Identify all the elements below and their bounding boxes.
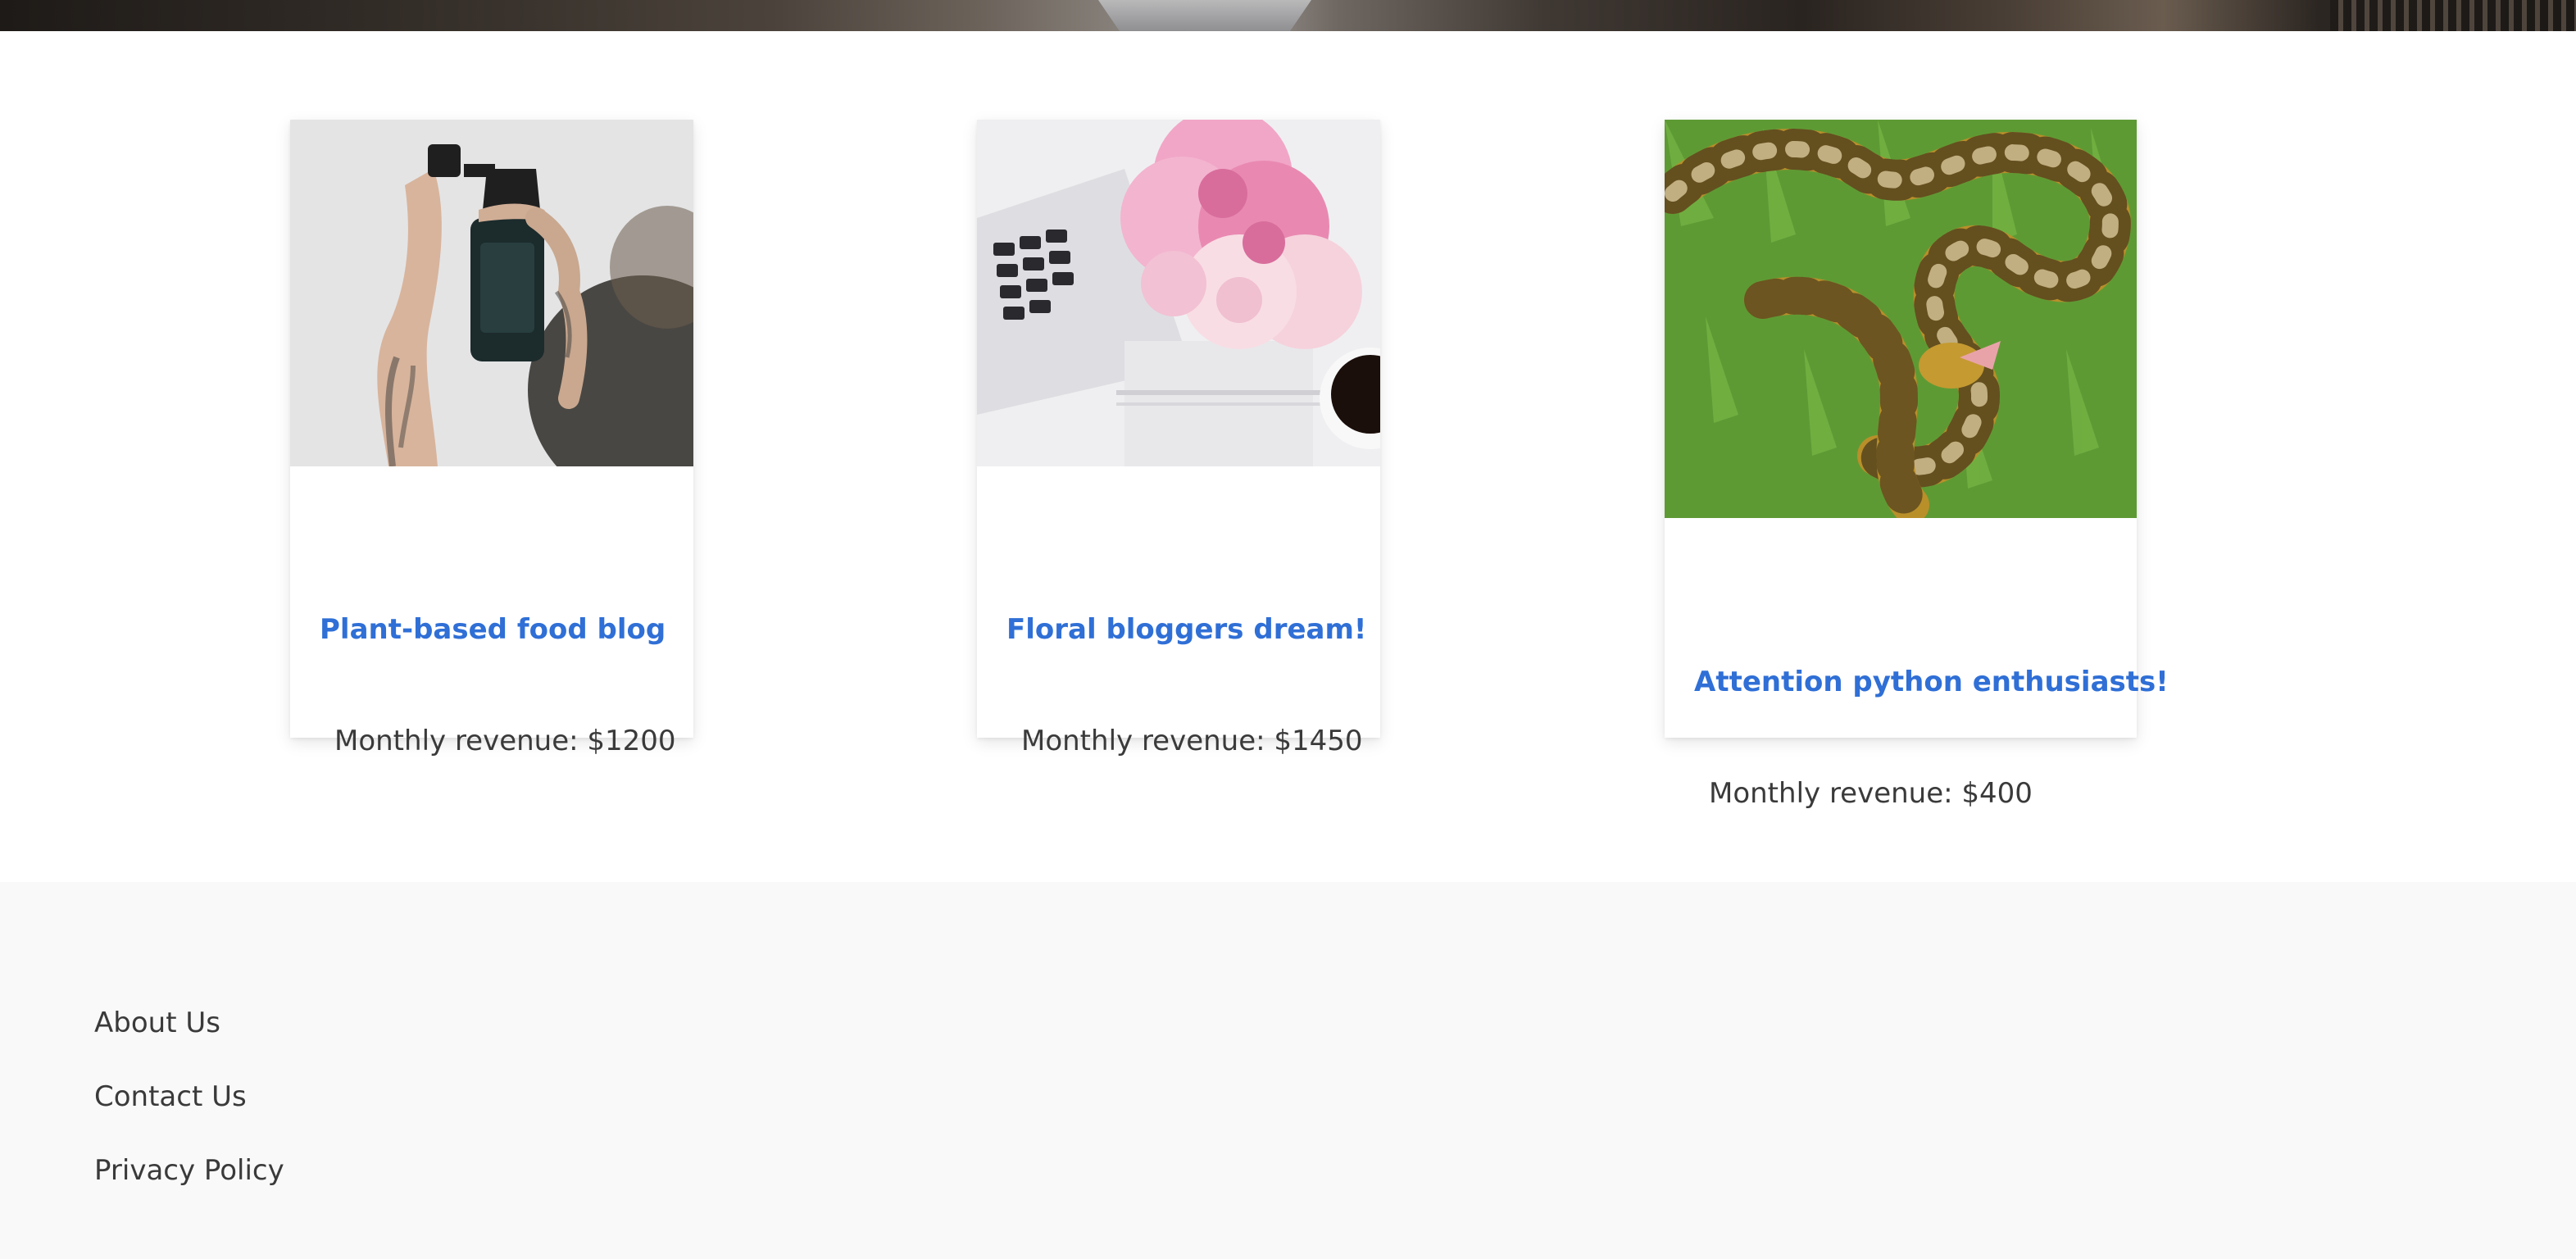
hero-stripes-shape <box>2330 0 2576 31</box>
python-snake-image[interactable] <box>1665 120 2137 518</box>
listing-card[interactable]: Attention python enthusiasts! Monthly re… <box>1665 120 2169 810</box>
footer-link-about-us[interactable]: About Us <box>94 1007 220 1039</box>
listing-title[interactable]: Plant-based food blog <box>320 613 666 646</box>
listing-revenue: Monthly revenue: $1200 <box>334 725 676 757</box>
listing-title[interactable]: Attention python enthusiasts! <box>1694 666 2169 698</box>
listing-title[interactable]: Floral bloggers dream! <box>1006 613 1366 646</box>
footer-link-privacy-policy[interactable]: Privacy Policy <box>94 1154 284 1187</box>
footer <box>0 882 2576 1259</box>
listing-revenue: Monthly revenue: $400 <box>1709 777 2033 810</box>
listing-card[interactable]: Plant-based food blog Monthly revenue: $… <box>290 120 693 757</box>
listing-card[interactable]: Floral bloggers dream! Monthly revenue: … <box>977 120 1380 757</box>
hand-spray-bottle-image[interactable] <box>290 120 693 466</box>
peonies-laptop-image[interactable] <box>977 120 1380 466</box>
footer-link-contact-us[interactable]: Contact Us <box>94 1080 247 1113</box>
page: Plant-based food blog Monthly revenue: $… <box>0 0 2576 1259</box>
hero-laptop-shape <box>1098 0 1311 31</box>
hero-image <box>0 0 2576 31</box>
listing-revenue: Monthly revenue: $1450 <box>1021 725 1363 757</box>
